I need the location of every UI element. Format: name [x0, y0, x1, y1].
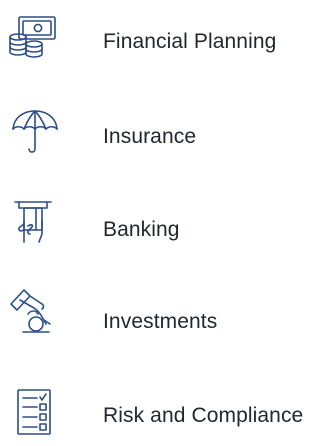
- hand-coin-icon: [8, 286, 60, 338]
- menu-item-insurance[interactable]: Insurance: [0, 107, 334, 167]
- menu-item-label: Investments: [103, 310, 218, 333]
- checklist-document-icon: [8, 386, 60, 438]
- menu-item-financial-planning[interactable]: Financial Planning: [0, 12, 334, 72]
- menu-item-label: Financial Planning: [103, 30, 277, 53]
- menu-item-risk-and-compliance[interactable]: Risk and Compliance: [0, 386, 334, 446]
- menu-item-label: Insurance: [103, 125, 197, 148]
- menu-item-banking[interactable]: Banking: [0, 198, 334, 258]
- menu-item-investments[interactable]: Investments: [0, 286, 334, 346]
- umbrella-icon: [8, 107, 60, 159]
- atm-card-hand-icon: [8, 198, 60, 250]
- menu-item-label: Risk and Compliance: [103, 404, 304, 427]
- service-menu: Financial Planning Insurance Banking Inv…: [0, 0, 334, 443]
- money-coins-icon: [8, 12, 60, 64]
- menu-item-label: Banking: [103, 218, 180, 241]
